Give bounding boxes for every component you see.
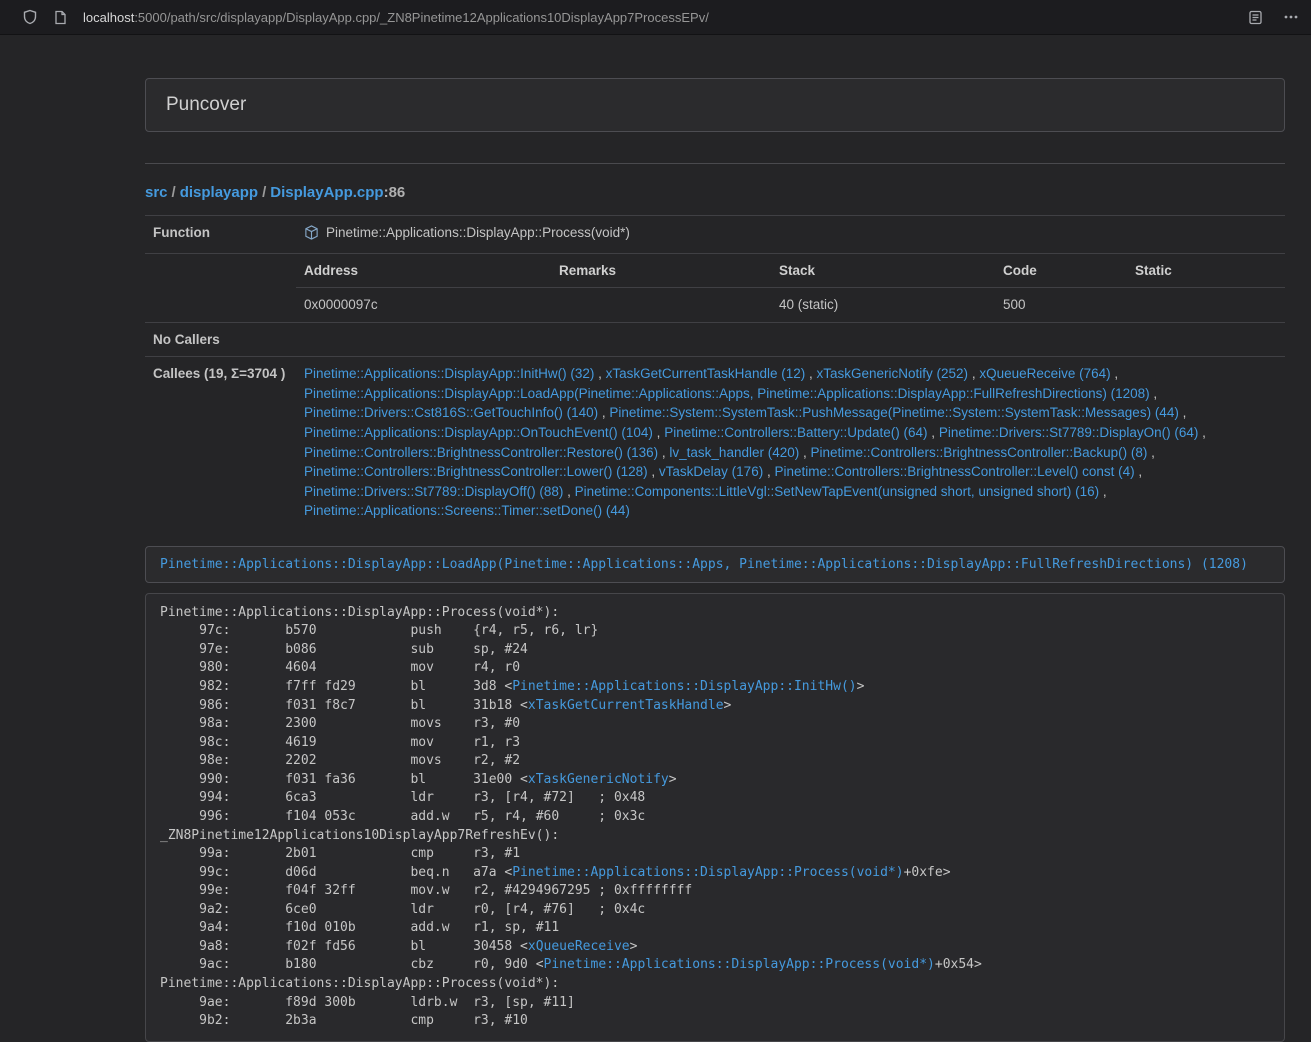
callees-list: Pinetime::Applications::DisplayApp::Init… (296, 357, 1285, 528)
symbol-type-icon (304, 225, 319, 246)
callee-link[interactable]: Pinetime::Applications::DisplayApp::OnTo… (304, 425, 653, 440)
app-header-panel: Puncover (145, 78, 1285, 132)
callee-link[interactable]: Pinetime::System::SystemTask::PushMessag… (609, 405, 1178, 420)
code-symbol-link[interactable]: Pinetime::Applications::DisplayApp::Proc… (544, 957, 935, 972)
callee-link[interactable]: Pinetime::Controllers::BrightnessControl… (304, 445, 658, 460)
callee-link[interactable]: xTaskGenericNotify (252) (817, 366, 969, 381)
function-name-cell: Pinetime::Applications::DisplayApp::Proc… (296, 216, 1285, 254)
metrics-table: Address Remarks Stack Code Static 0x0000… (296, 254, 1285, 322)
breadcrumb-separator: / (258, 184, 270, 201)
callee-link[interactable]: Pinetime::Controllers::BrightnessControl… (811, 445, 1148, 460)
col-code: Code (995, 254, 1127, 288)
main-content: Puncover src/displayapp/DisplayApp.cpp:8… (145, 35, 1285, 1042)
browser-chrome: localhost:5000/path/src/displayapp/Displ… (0, 0, 1311, 35)
callee-link[interactable]: Pinetime::Controllers::BrightnessControl… (774, 464, 1134, 479)
function-row: Function Pinetime::Applications::Display… (145, 216, 1285, 254)
callee-link[interactable]: xQueueReceive (764) (979, 366, 1110, 381)
divider (145, 163, 1285, 164)
callee-link[interactable]: vTaskDelay (176) (659, 464, 763, 479)
callee-link[interactable]: Pinetime::Drivers::St7789::DisplayOn() (… (939, 425, 1199, 440)
code-symbol-link[interactable]: Pinetime::Applications::DisplayApp::Proc… (512, 865, 903, 880)
callees-label: Callees (19, Σ=3704 ) (145, 357, 296, 528)
metrics-header-row: Address Remarks Stack Code Static (296, 254, 1285, 288)
symbol-link[interactable]: Pinetime::Applications::DisplayApp::Load… (160, 557, 1248, 572)
page-info-icon[interactable] (54, 10, 67, 25)
metrics-row: Address Remarks Stack Code Static 0x0000… (145, 253, 1285, 322)
stack-value: 40 (static) (771, 288, 995, 322)
col-remarks: Remarks (551, 254, 771, 288)
symbol-panel: Pinetime::Applications::DisplayApp::Load… (145, 546, 1285, 583)
url-host: localhost (83, 10, 134, 25)
no-callers-label: No Callers (145, 322, 296, 357)
breadcrumb: src/displayapp/DisplayApp.cpp:86 (145, 184, 1285, 201)
callee-link[interactable]: Pinetime::Controllers::BrightnessControl… (304, 464, 648, 479)
col-static: Static (1127, 254, 1285, 288)
callee-link[interactable]: Pinetime::Applications::DisplayApp::Init… (304, 366, 594, 381)
disassembly-block: Pinetime::Applications::DisplayApp::Proc… (145, 593, 1285, 1042)
url-path: :5000/path/src/displayapp/DisplayApp.cpp… (134, 10, 709, 25)
callee-link[interactable]: Pinetime::Applications::Screens::Timer::… (304, 503, 630, 518)
code-symbol-link[interactable]: xQueueReceive (528, 939, 630, 954)
function-table: Function Pinetime::Applications::Display… (145, 215, 1285, 528)
no-callers-cell (296, 322, 1285, 357)
shield-icon[interactable] (22, 9, 38, 25)
url-bar[interactable]: localhost:5000/path/src/displayapp/Displ… (83, 10, 1228, 25)
metrics-cell: Address Remarks Stack Code Static 0x0000… (296, 253, 1285, 322)
function-label: Function (145, 216, 296, 254)
breadcrumb-file-link[interactable]: DisplayApp.cpp (270, 184, 383, 201)
empty-label-cell (145, 253, 296, 322)
function-name: Pinetime::Applications::DisplayApp::Proc… (326, 225, 630, 240)
callee-link[interactable]: Pinetime::Drivers::Cst816S::GetTouchInfo… (304, 405, 598, 420)
reader-view-icon[interactable] (1248, 10, 1263, 25)
remarks-value (551, 288, 771, 322)
callee-link[interactable]: Pinetime::Components::LittleVgl::SetNewT… (575, 484, 1100, 499)
metrics-data-row: 0x0000097c 40 (static) 500 (296, 288, 1285, 322)
callee-link[interactable]: lv_task_handler (420) (669, 445, 799, 460)
callees-row: Callees (19, Σ=3704 ) Pinetime::Applicat… (145, 357, 1285, 528)
callee-link[interactable]: Pinetime::Applications::DisplayApp::Load… (304, 386, 1150, 401)
static-value (1127, 288, 1285, 322)
breadcrumb-displayapp-link[interactable]: displayapp (180, 184, 258, 201)
code-symbol-link[interactable]: xTaskGenericNotify (528, 772, 669, 787)
more-menu-icon[interactable] (1283, 9, 1299, 25)
app-title: Puncover (146, 79, 1284, 131)
no-callers-row: No Callers (145, 322, 1285, 357)
callee-link[interactable]: xTaskGetCurrentTaskHandle (12) (606, 366, 806, 381)
code-symbol-link[interactable]: Pinetime::Applications::DisplayApp::Init… (512, 679, 856, 694)
col-stack: Stack (771, 254, 995, 288)
col-address: Address (296, 254, 551, 288)
code-symbol-link[interactable]: xTaskGetCurrentTaskHandle (528, 698, 724, 713)
code-value: 500 (995, 288, 1127, 322)
breadcrumb-line-number: :86 (384, 184, 406, 201)
address-value: 0x0000097c (296, 288, 551, 322)
callee-link[interactable]: Pinetime::Controllers::Battery::Update()… (664, 425, 927, 440)
breadcrumb-separator: / (168, 184, 180, 201)
breadcrumb-src-link[interactable]: src (145, 184, 168, 201)
callee-link[interactable]: Pinetime::Drivers::St7789::DisplayOff() … (304, 484, 563, 499)
